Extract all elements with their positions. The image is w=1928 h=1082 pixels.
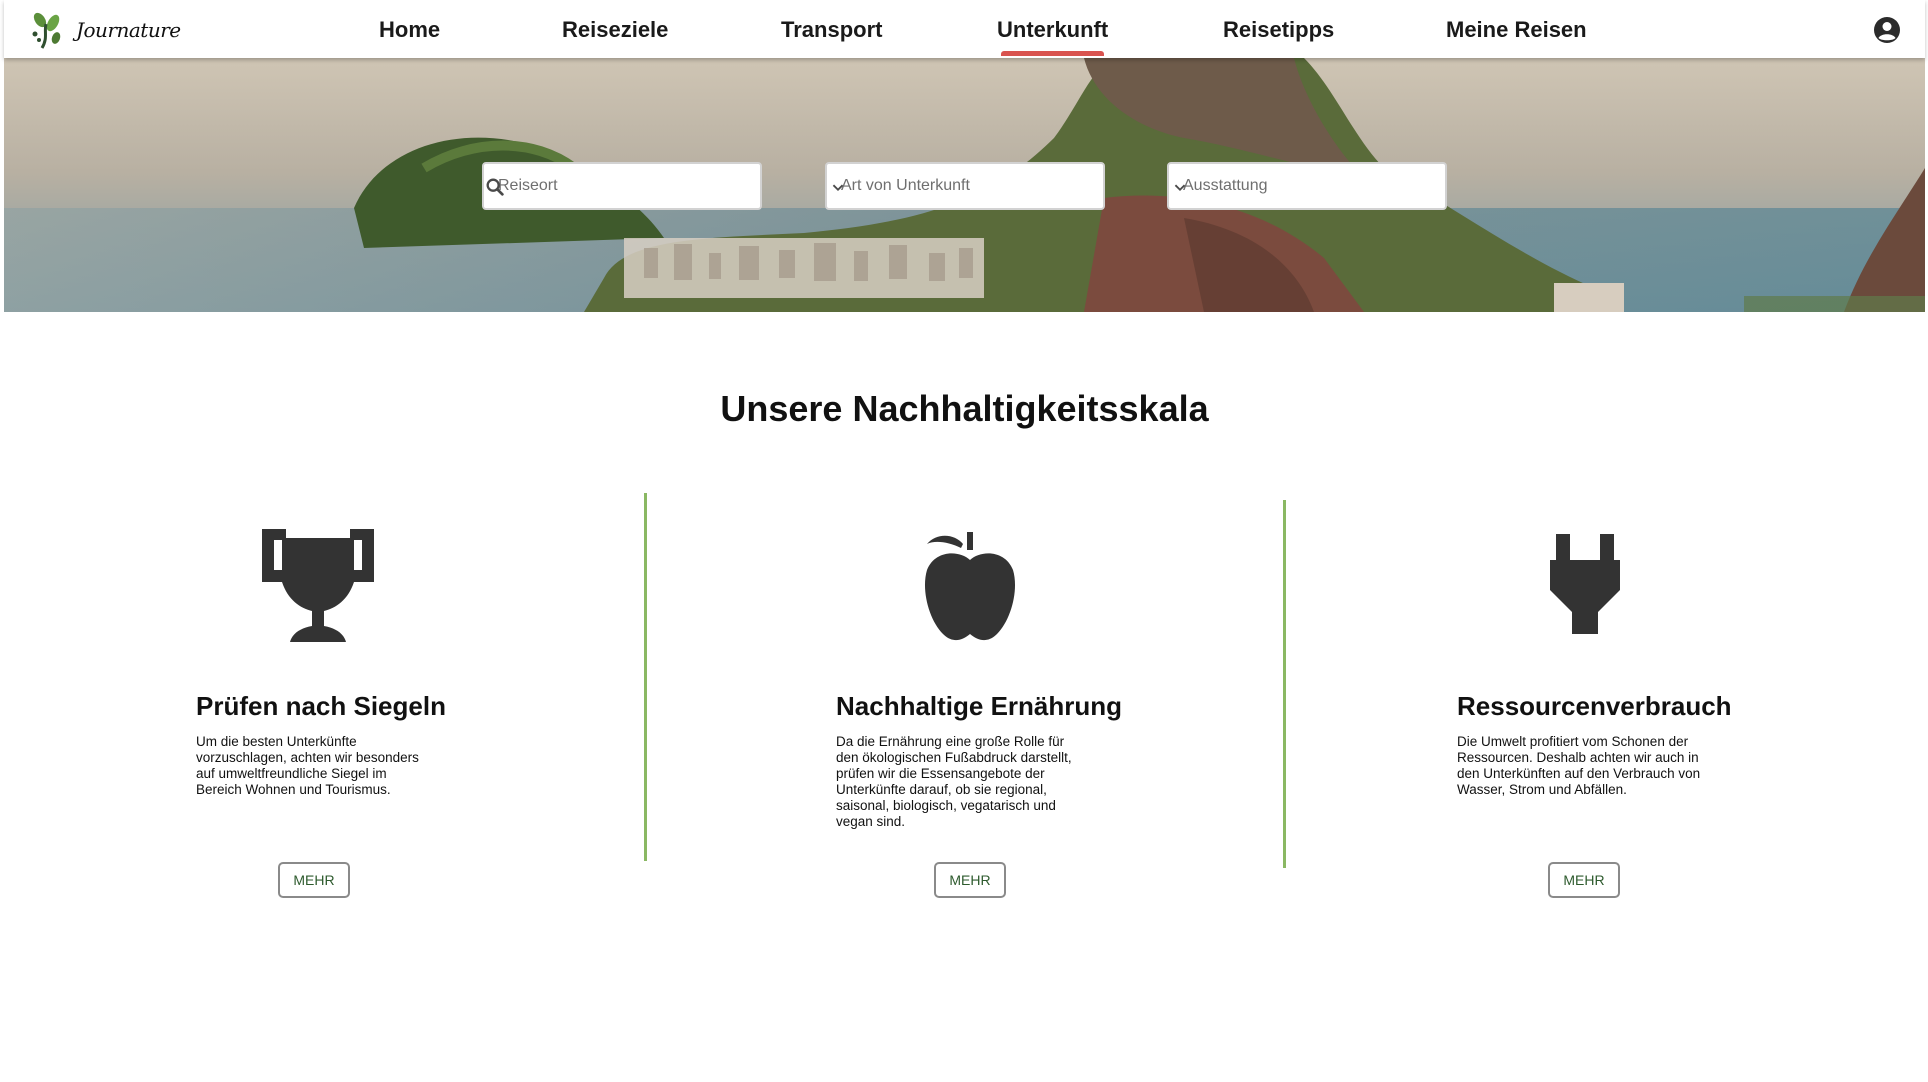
nav-item-meine-reisen[interactable]: Meine Reisen	[1446, 17, 1587, 43]
amenities-select[interactable]: Ausstattung	[1167, 162, 1447, 210]
feature-title-siegel: Prüfen nach Siegeln	[196, 691, 446, 721]
account-circle-icon[interactable]	[1873, 16, 1901, 44]
location-search-input[interactable]: Reiseort	[482, 162, 762, 210]
feature-text-ernaehrung: Da die Ernährung eine große Rolle für de…	[836, 734, 1072, 830]
top-navigation: Journature Home Reiseziele Transport Unt…	[4, 0, 1925, 58]
feature-text-line: vegan sind.	[836, 814, 906, 829]
feature-text-line: Bereich Wohnen und Tourismus.	[196, 782, 391, 797]
feature-text-line: prüfen wir die Essensangebote der	[836, 766, 1045, 781]
column-divider	[1283, 500, 1286, 868]
feature-text-line: saisonal, biologisch, vegatarisch und	[836, 798, 1056, 813]
feature-text-ressourcen: Die Umwelt profitiert vom Schonen der Re…	[1457, 734, 1700, 798]
column-divider	[644, 493, 647, 861]
feature-text-siegel: Um die besten Unterkünfte vorzuschlagen,…	[196, 734, 419, 798]
feature-text-line: Wasser, Strom und Abfällen.	[1457, 782, 1627, 797]
nav-item-home[interactable]: Home	[379, 17, 440, 43]
nav-item-unterkunft[interactable]: Unterkunft	[997, 17, 1108, 56]
section-title: Unsere Nachhaltigkeitsskala	[720, 388, 1209, 429]
location-placeholder: Reiseort	[498, 177, 558, 194]
feature-text-line: Da die Ernährung eine große Rolle für	[836, 734, 1065, 749]
feature-text-line: vorzuschlagen, achten wir besonders	[196, 750, 419, 765]
trophy-icon	[262, 529, 374, 642]
feature-text-line: auf umweltfreundliche Siegel im	[196, 766, 387, 781]
plug-icon	[1550, 534, 1620, 634]
mehr-button-ressourcen[interactable]: MEHR	[1548, 862, 1620, 898]
mehr-button-ernaehrung[interactable]: MEHR	[934, 862, 1006, 898]
page: Journature Home Reiseziele Transport Unt…	[4, 0, 1925, 1082]
leaf-logo-icon	[32, 12, 61, 49]
nav-item-transport[interactable]: Transport	[781, 17, 882, 43]
feature-text-line: den Unterkünften auf den Verbrauch von	[1457, 766, 1701, 781]
mehr-button-siegel[interactable]: MEHR	[278, 862, 350, 898]
amenities-placeholder: Ausstattung	[1183, 177, 1268, 194]
nav-item-reisetipps[interactable]: Reisetipps	[1223, 17, 1334, 43]
apple-icon	[924, 532, 1016, 641]
feature-title-ernaehrung: Nachhaltige Ernährung	[836, 691, 1123, 721]
nav-item-reiseziele[interactable]: Reiseziele	[562, 17, 668, 43]
feature-text-line: Ressourcen. Deshalb achten wir auch in	[1457, 750, 1699, 765]
chevron-down-icon	[1174, 184, 1186, 192]
accommodation-type-placeholder: Art von Unterkunft	[841, 177, 970, 194]
search-icon[interactable]	[484, 176, 506, 198]
brand-logo[interactable]: Journature	[26, 10, 181, 50]
chevron-down-icon	[832, 184, 844, 192]
accommodation-type-select[interactable]: Art von Unterkunft	[825, 162, 1105, 210]
feature-text-line: Unterkünfte darauf, ob sie regional,	[836, 782, 1047, 797]
brand-name: Journature	[76, 18, 181, 42]
hero-banner: Reiseort Art von Unterkunft Ausstattung	[4, 58, 1925, 312]
feature-title-ressourcen: Ressourcenverbrauch	[1457, 691, 1732, 721]
feature-text-line: Um die besten Unterkünfte	[196, 734, 357, 749]
feature-text-line: Die Umwelt profitiert vom Schonen der	[1457, 734, 1689, 749]
feature-text-line: den ökologischen Fußabdruck darstellt,	[836, 750, 1072, 765]
